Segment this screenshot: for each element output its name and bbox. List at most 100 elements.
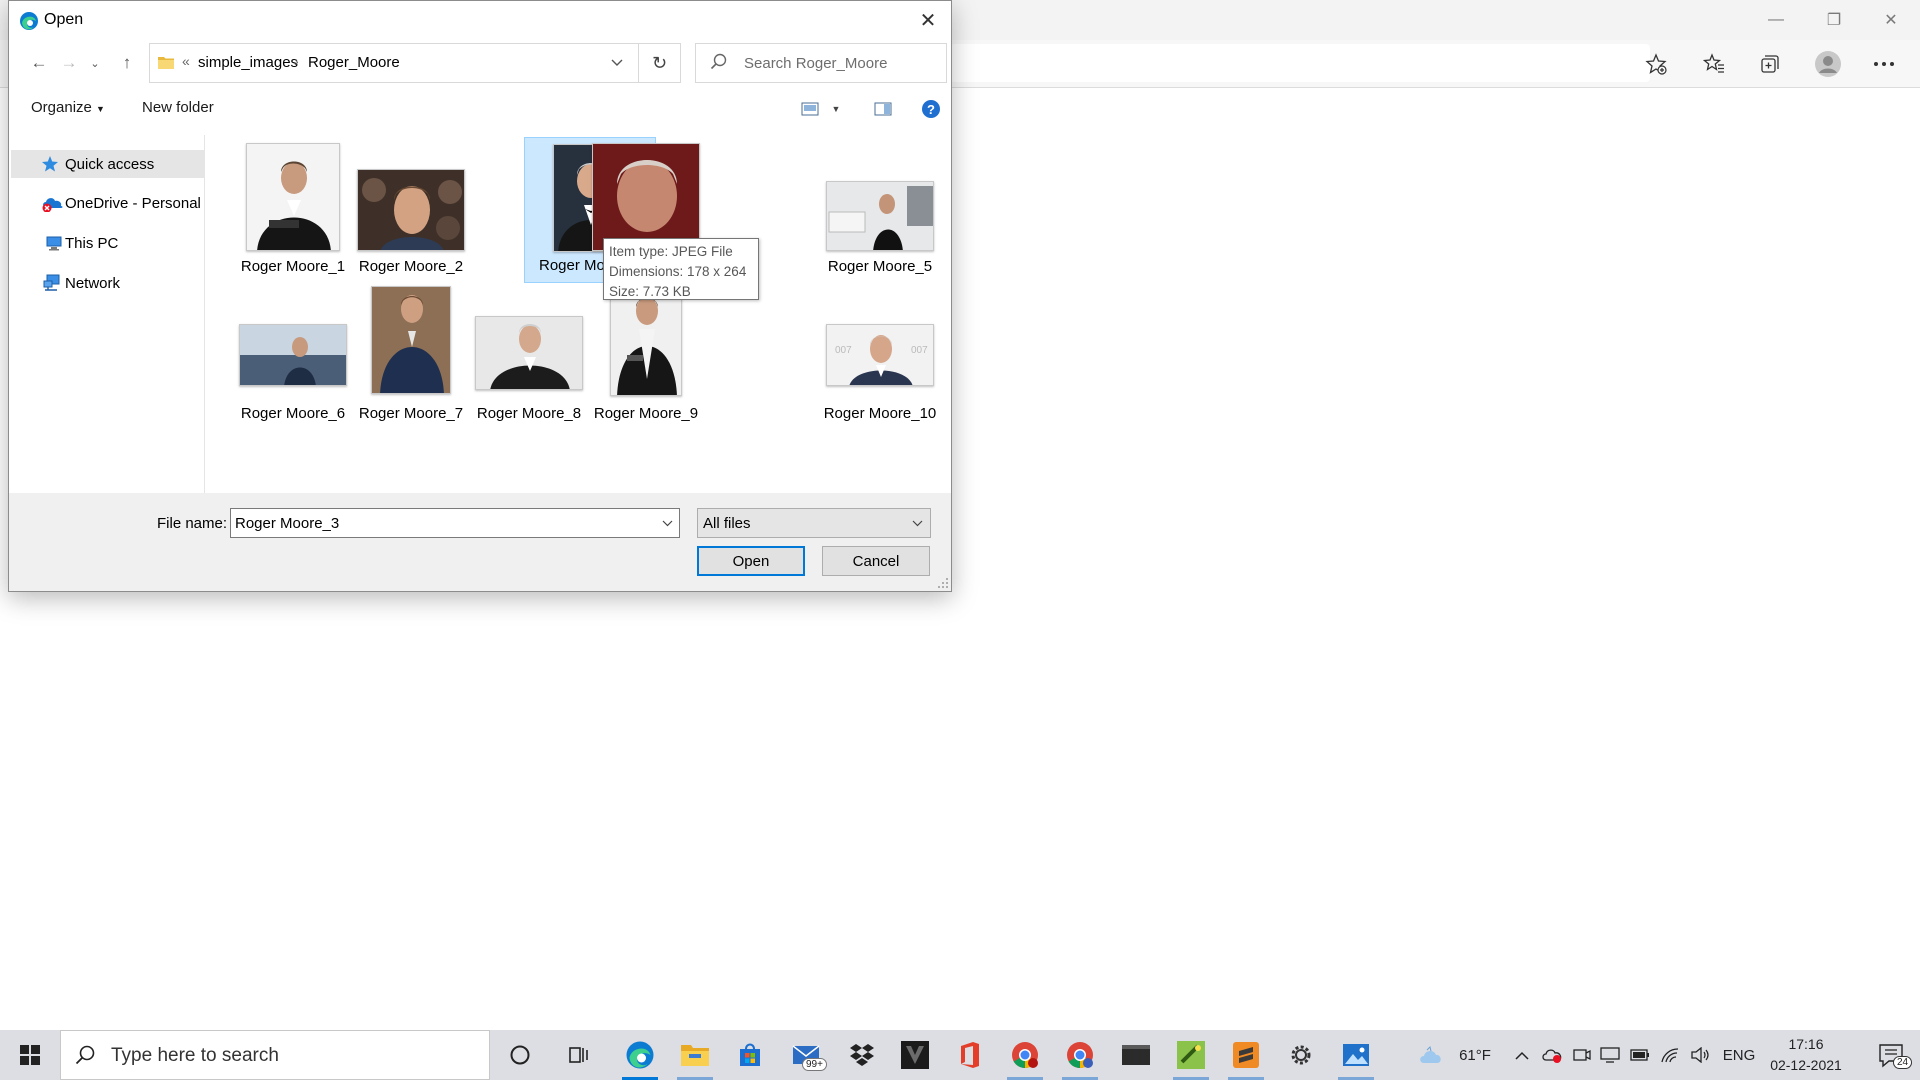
profile-avatar-icon[interactable] [1808, 48, 1848, 80]
restore-icon[interactable]: ❐ [1805, 0, 1863, 40]
close-dialog-icon[interactable]: ✕ [905, 1, 951, 39]
file-item[interactable]: Roger Moore_6 [227, 284, 359, 430]
nav-label: OneDrive - Personal [65, 194, 201, 212]
search-box[interactable] [695, 43, 947, 83]
organize-button[interactable]: Organize ▼ [31, 99, 105, 116]
file-item[interactable]: Roger Moore_1 [227, 137, 359, 283]
office-icon[interactable] [944, 1030, 996, 1080]
view-options-dropdown-icon[interactable]: ▼ [824, 97, 848, 121]
image-thumbnail [592, 143, 700, 251]
weather-temperature[interactable]: 61°F [1452, 1030, 1498, 1080]
edge-taskbar-icon[interactable] [614, 1030, 666, 1080]
windows-start-icon[interactable] [0, 1030, 60, 1080]
file-name-combobox[interactable] [230, 508, 680, 538]
address-history-chevron-icon[interactable] [602, 44, 632, 82]
resize-grip-icon[interactable] [937, 577, 949, 589]
refresh-icon[interactable]: ↻ [638, 44, 680, 82]
chrome-profile-icon[interactable] [1054, 1030, 1106, 1080]
new-folder-button[interactable]: New folder [142, 99, 214, 116]
tooltip-size: Size: 7.73 KB [609, 284, 691, 299]
clock-date: 02-12-2021 [1770, 1057, 1842, 1073]
file-type-select[interactable]: All files [697, 508, 931, 538]
minimize-icon[interactable]: — [1747, 0, 1805, 40]
svg-text:007: 007 [911, 345, 928, 356]
dropbox-icon[interactable] [836, 1030, 888, 1080]
wifi-icon[interactable] [1656, 1030, 1684, 1080]
task-view-icon[interactable] [553, 1030, 605, 1080]
nav-label: Network [65, 274, 121, 292]
weather-icon[interactable] [1414, 1030, 1448, 1080]
cortana-icon[interactable] [494, 1030, 546, 1080]
nav-label: Quick access [65, 155, 155, 173]
notification-count-badge: 24 [1893, 1056, 1913, 1069]
favorites-icon[interactable] [1694, 48, 1734, 80]
search-icon [75, 1045, 95, 1065]
file-name-input[interactable] [235, 512, 645, 534]
organize-label: Organize [31, 99, 92, 116]
settings-icon[interactable] [1275, 1030, 1327, 1080]
change-view-icon[interactable] [798, 97, 822, 121]
image-thumbnail: 007 007 [826, 324, 934, 386]
predator-sense-icon[interactable] [889, 1030, 941, 1080]
file-item[interactable]: Roger Moore_5 [814, 137, 946, 283]
file-name: Roger Moore_1 [240, 258, 346, 275]
file-name-dropdown-icon[interactable] [655, 509, 679, 537]
search-input[interactable] [744, 52, 939, 74]
show-hidden-icons-chevron-icon[interactable] [1508, 1030, 1536, 1080]
chrome-icon[interactable] [999, 1030, 1051, 1080]
sublime-text-icon[interactable] [1220, 1030, 1272, 1080]
battery-icon[interactable] [1626, 1030, 1654, 1080]
image-thumbnail [246, 143, 340, 251]
taskbar-search-box[interactable]: Type here to search [60, 1030, 490, 1080]
file-item[interactable]: Roger Moore_2 [345, 137, 477, 283]
nav-item-onedrive[interactable]: OneDrive - Personal [11, 189, 204, 217]
nav-item-quick-access[interactable]: Quick access [11, 150, 204, 178]
file-name: Roger Moore_5 [827, 258, 933, 275]
file-item[interactable]: 007 007 Roger Moore_10 [814, 284, 946, 430]
file-item[interactable]: Roger Moore_9 [580, 284, 712, 430]
taskbar-clock[interactable]: 17:16 02-12-2021 [1766, 1034, 1846, 1076]
collections-icon[interactable] [1750, 48, 1790, 80]
volume-icon[interactable] [1686, 1030, 1714, 1080]
green-app-icon[interactable] [1165, 1030, 1217, 1080]
nav-item-this-pc[interactable]: This PC [11, 229, 204, 257]
mail-icon[interactable]: 99+ [780, 1030, 832, 1080]
up-arrow-icon[interactable]: ↑ [113, 49, 141, 77]
image-thumbnail [475, 316, 583, 390]
address-bar[interactable]: « simple_images › Roger_Moore ↻ [149, 43, 681, 83]
computer-icon [46, 236, 62, 251]
nav-item-network[interactable]: Network [11, 269, 204, 297]
terminal-icon[interactable] [1110, 1030, 1162, 1080]
action-center-icon[interactable]: 24 [1866, 1030, 1916, 1080]
open-button[interactable]: Open [697, 546, 805, 576]
file-type-dropdown-icon [906, 509, 928, 537]
breadcrumb-roger-moore[interactable]: Roger_Moore [308, 54, 400, 71]
file-item[interactable]: Roger Moore_8 [463, 284, 595, 430]
image-thumbnail [826, 181, 934, 251]
preview-pane-icon[interactable] [871, 97, 895, 121]
more-options-icon[interactable] [1864, 48, 1904, 80]
close-window-icon[interactable]: ✕ [1862, 0, 1920, 40]
add-favorite-icon[interactable] [1636, 48, 1676, 80]
dialog-footer: File name: All files Open Cancel [9, 493, 951, 591]
cancel-button[interactable]: Cancel [822, 546, 930, 576]
help-icon[interactable]: ? [919, 97, 943, 121]
breadcrumb-separator-icon[interactable]: › [294, 53, 299, 69]
image-thumbnail [610, 288, 682, 396]
recent-locations-chevron-icon[interactable]: ⌄ [81, 49, 109, 77]
file-name: Roger Moore_8 [476, 405, 582, 422]
taskbar-search-placeholder: Type here to search [111, 1045, 279, 1066]
input-language[interactable]: ENG [1718, 1030, 1760, 1080]
onedrive-tray-icon[interactable] [1538, 1030, 1566, 1080]
photos-icon[interactable] [1330, 1030, 1382, 1080]
forward-arrow-icon[interactable]: → [55, 49, 83, 77]
back-arrow-icon[interactable]: ← [25, 49, 53, 77]
meet-now-icon[interactable] [1568, 1030, 1596, 1080]
file-item[interactable]: Roger Moore_7 [345, 284, 477, 430]
display-tray-icon[interactable] [1596, 1030, 1624, 1080]
file-explorer-icon[interactable] [669, 1030, 721, 1080]
breadcrumb-simple-images[interactable]: simple_images [198, 54, 298, 71]
breadcrumb-overflow[interactable]: « [182, 53, 190, 69]
microsoft-store-icon[interactable] [724, 1030, 776, 1080]
browser-address-bar[interactable] [950, 44, 1650, 82]
